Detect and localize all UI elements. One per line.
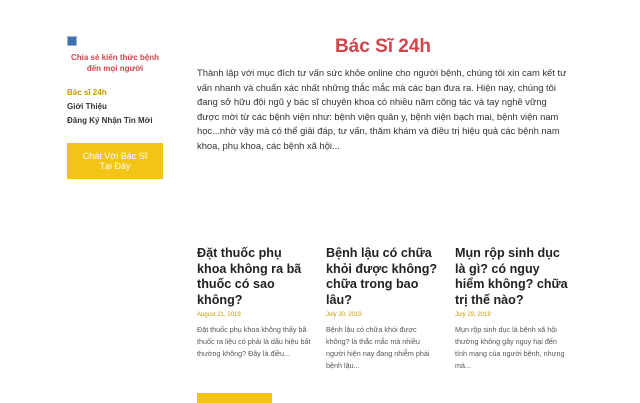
sidebar: Chia sẻ kiến thức bệnh đến mọi người Bác… bbox=[67, 36, 163, 179]
post-card: Mụn rộp sinh dục là gì? có nguy hiểm khô… bbox=[455, 246, 569, 372]
menu-item-subscribe[interactable]: Đăng Ký Nhận Tin Mới bbox=[67, 114, 163, 128]
post-title[interactable]: Mụn rộp sinh dục là gì? có nguy hiểm khô… bbox=[455, 246, 569, 308]
load-more-button[interactable] bbox=[197, 393, 272, 403]
post-date: August 21, 2019 bbox=[197, 312, 241, 318]
post-date: July 29, 2019 bbox=[455, 312, 491, 318]
post-list: Đặt thuốc phụ khoa không ra bã thuốc có … bbox=[197, 246, 569, 372]
post-title[interactable]: Bệnh lậu có chữa khỏi được không? chữa t… bbox=[326, 246, 440, 308]
post-excerpt: Bệnh lậu có chữa khỏi được không? là thắ… bbox=[326, 325, 430, 370]
post-excerpt: Mụn rộp sinh dục là bệnh xã hội thường k… bbox=[455, 325, 565, 370]
image-icon[interactable] bbox=[67, 36, 77, 46]
post-card: Bệnh lậu có chữa khỏi được không? chữa t… bbox=[326, 246, 440, 372]
page-title: Bác Sĩ 24h bbox=[334, 36, 432, 57]
menu-item-home[interactable]: Bác sĩ 24h bbox=[67, 86, 163, 100]
post-card: Đặt thuốc phụ khoa không ra bã thuốc có … bbox=[197, 246, 311, 372]
chat-with-doctor-button[interactable]: Chát Với Bác Sĩ Tại Đây bbox=[67, 143, 163, 179]
main-content: Bác Sĩ 24h Thành lập với mục đích tư vấn… bbox=[197, 36, 569, 154]
site-tagline: Chia sẻ kiến thức bệnh đến mọi người bbox=[70, 53, 160, 73]
post-excerpt: Đặt thuốc phụ khoa không thấy bã thuốc r… bbox=[197, 325, 311, 358]
post-title[interactable]: Đặt thuốc phụ khoa không ra bã thuốc có … bbox=[197, 246, 311, 308]
sidebar-menu: Bác sĩ 24h Giới Thiệu Đăng Ký Nhận Tin M… bbox=[67, 86, 163, 128]
menu-item-about[interactable]: Giới Thiệu bbox=[67, 100, 163, 114]
post-date: July 30, 2019 bbox=[326, 312, 362, 318]
intro-text: Thành lập với mục đích tư vấn sức khỏe o… bbox=[197, 67, 567, 151]
